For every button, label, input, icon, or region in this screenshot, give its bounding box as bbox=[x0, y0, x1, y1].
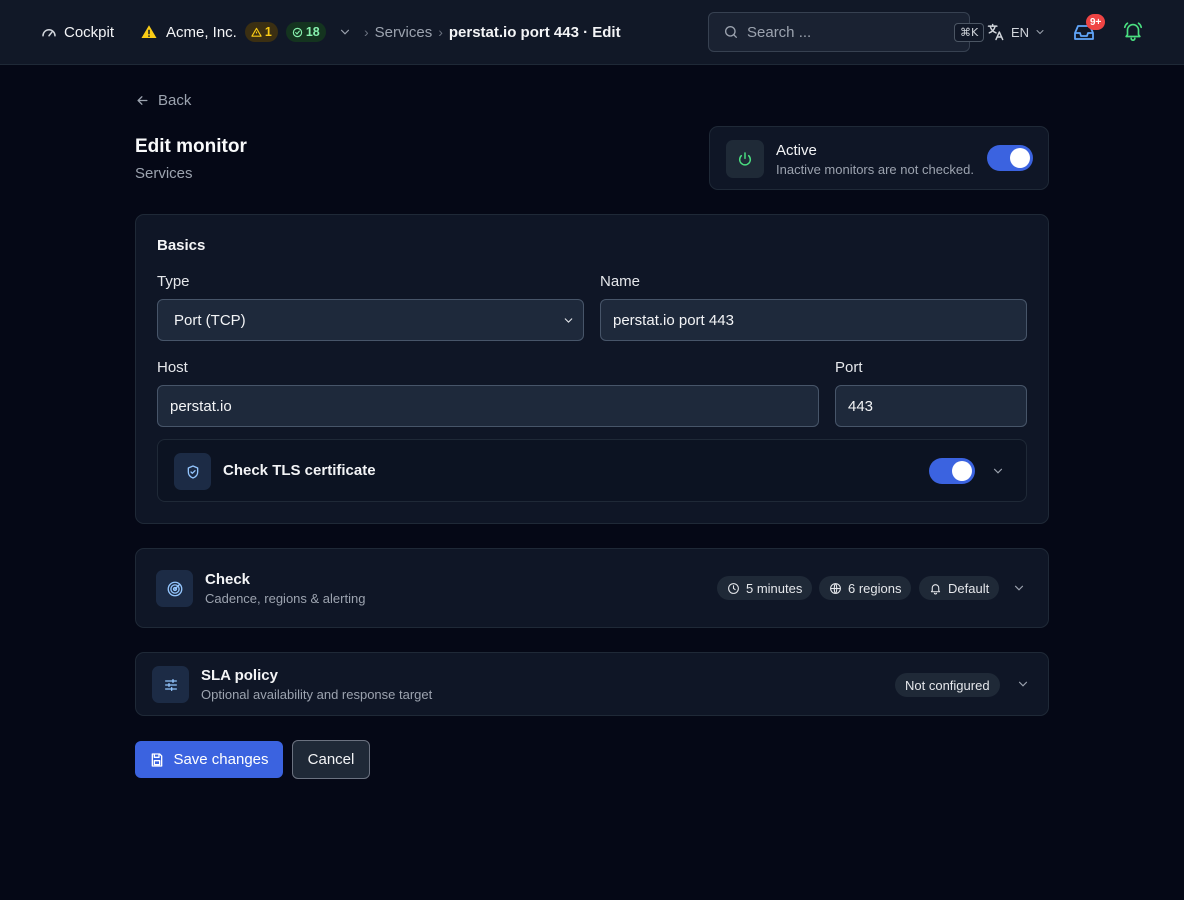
chevron-down-icon[interactable] bbox=[338, 25, 352, 39]
sliders-icon bbox=[152, 666, 189, 703]
regions-chip: 6 regions bbox=[819, 576, 912, 600]
chevron-down-icon bbox=[1016, 677, 1030, 691]
port-field[interactable] bbox=[835, 385, 1027, 427]
chevron-down-icon bbox=[1034, 26, 1046, 38]
toggle-knob bbox=[1010, 148, 1030, 168]
org-switcher[interactable]: Acme, Inc. 1 18 bbox=[140, 21, 352, 43]
save-button[interactable]: Save changes bbox=[135, 741, 283, 778]
check-expand-button[interactable] bbox=[1009, 578, 1029, 598]
check-title: Check bbox=[205, 571, 251, 588]
search-icon bbox=[723, 24, 739, 40]
top-bar: Cockpit Acme, Inc. 1 18 › Services › per… bbox=[0, 0, 1184, 65]
search-box[interactable]: ⌘K bbox=[708, 12, 985, 52]
sla-status: Not configured bbox=[905, 677, 990, 693]
toggle-knob bbox=[952, 461, 972, 481]
back-label: Back bbox=[158, 91, 192, 109]
breadcrumb-current: perstat.io port 443 · Edit bbox=[448, 23, 621, 41]
ok-count: 18 bbox=[305, 25, 320, 39]
sla-description: Optional availability and response targe… bbox=[201, 687, 433, 702]
regions-value: 6 regions bbox=[848, 580, 902, 596]
type-select[interactable]: Port (TCP) bbox=[157, 299, 584, 341]
tls-check-row: Check TLS certificate bbox=[157, 439, 1027, 502]
host-label: Host bbox=[157, 359, 188, 376]
translate-icon bbox=[986, 22, 1006, 42]
chevron-down-icon bbox=[1012, 581, 1026, 595]
page-subtitle: Services bbox=[135, 165, 193, 182]
name-label: Name bbox=[600, 273, 641, 290]
brand-label: Cockpit bbox=[64, 23, 115, 41]
globe-icon bbox=[829, 582, 842, 595]
search-shortcut: ⌘K bbox=[954, 22, 985, 42]
clock-icon bbox=[727, 582, 740, 595]
sla-expand-button[interactable] bbox=[1013, 674, 1033, 694]
host-field[interactable] bbox=[157, 385, 819, 427]
gauge-icon bbox=[40, 23, 58, 41]
tls-label: Check TLS certificate bbox=[223, 462, 376, 479]
interval-chip: 5 minutes bbox=[717, 576, 813, 600]
sla-status-chip: Not configured bbox=[895, 673, 1000, 697]
interval-value: 5 minutes bbox=[746, 580, 803, 596]
shield-check-icon bbox=[174, 453, 211, 490]
page-title: Edit monitor bbox=[135, 136, 247, 157]
radar-icon bbox=[156, 570, 193, 607]
name-field[interactable] bbox=[600, 299, 1027, 341]
basics-title: Basics bbox=[157, 237, 206, 254]
type-label: Type bbox=[157, 273, 190, 290]
bell-icon bbox=[929, 582, 942, 595]
tls-toggle[interactable] bbox=[929, 458, 975, 484]
chevron-right-icon: › bbox=[364, 24, 369, 40]
ok-count-badge[interactable]: 18 bbox=[285, 22, 326, 42]
warning-count: 1 bbox=[264, 25, 272, 39]
org-name: Acme, Inc. bbox=[166, 23, 237, 41]
breadcrumb: › Services › perstat.io port 443 · Edit bbox=[364, 22, 621, 42]
port-label: Port bbox=[835, 359, 863, 376]
alerting-value: Default bbox=[948, 580, 990, 596]
check-description: Cadence, regions & alerting bbox=[205, 591, 366, 606]
back-link[interactable]: Back bbox=[135, 90, 191, 110]
active-card: Active Inactive monitors are not checked… bbox=[709, 126, 1049, 190]
warning-triangle-icon bbox=[140, 23, 158, 41]
chevron-right-icon: › bbox=[438, 24, 443, 40]
active-description: Inactive monitors are not checked. bbox=[776, 162, 974, 177]
check-circle-icon bbox=[292, 27, 303, 38]
breadcrumb-services[interactable]: Services bbox=[375, 24, 433, 41]
save-label: Save changes bbox=[173, 751, 269, 768]
brand-link[interactable]: Cockpit bbox=[40, 22, 114, 42]
notifications-button[interactable] bbox=[1122, 20, 1144, 44]
alerting-chip: Default bbox=[919, 576, 1000, 600]
inbox-badge: 9+ bbox=[1086, 14, 1106, 30]
chevron-down-icon bbox=[991, 464, 1005, 478]
save-icon bbox=[149, 752, 165, 768]
arrow-left-icon bbox=[135, 93, 150, 108]
type-select-value: Port (TCP) bbox=[174, 311, 246, 329]
tls-expand-button[interactable] bbox=[988, 461, 1008, 481]
search-input[interactable] bbox=[747, 23, 946, 41]
language-label: EN bbox=[1011, 24, 1030, 40]
language-switcher[interactable]: EN bbox=[986, 21, 1046, 43]
cancel-button[interactable]: Cancel bbox=[292, 740, 370, 779]
warning-count-badge[interactable]: 1 bbox=[244, 22, 278, 42]
active-title: Active bbox=[776, 142, 817, 159]
alert-triangle-icon bbox=[251, 27, 262, 38]
sla-title: SLA policy bbox=[201, 667, 278, 684]
active-toggle[interactable] bbox=[987, 145, 1033, 171]
bell-ring-icon bbox=[1122, 20, 1144, 42]
chevron-down-icon bbox=[562, 314, 575, 327]
check-panel[interactable] bbox=[135, 548, 1049, 628]
power-icon bbox=[726, 140, 764, 178]
